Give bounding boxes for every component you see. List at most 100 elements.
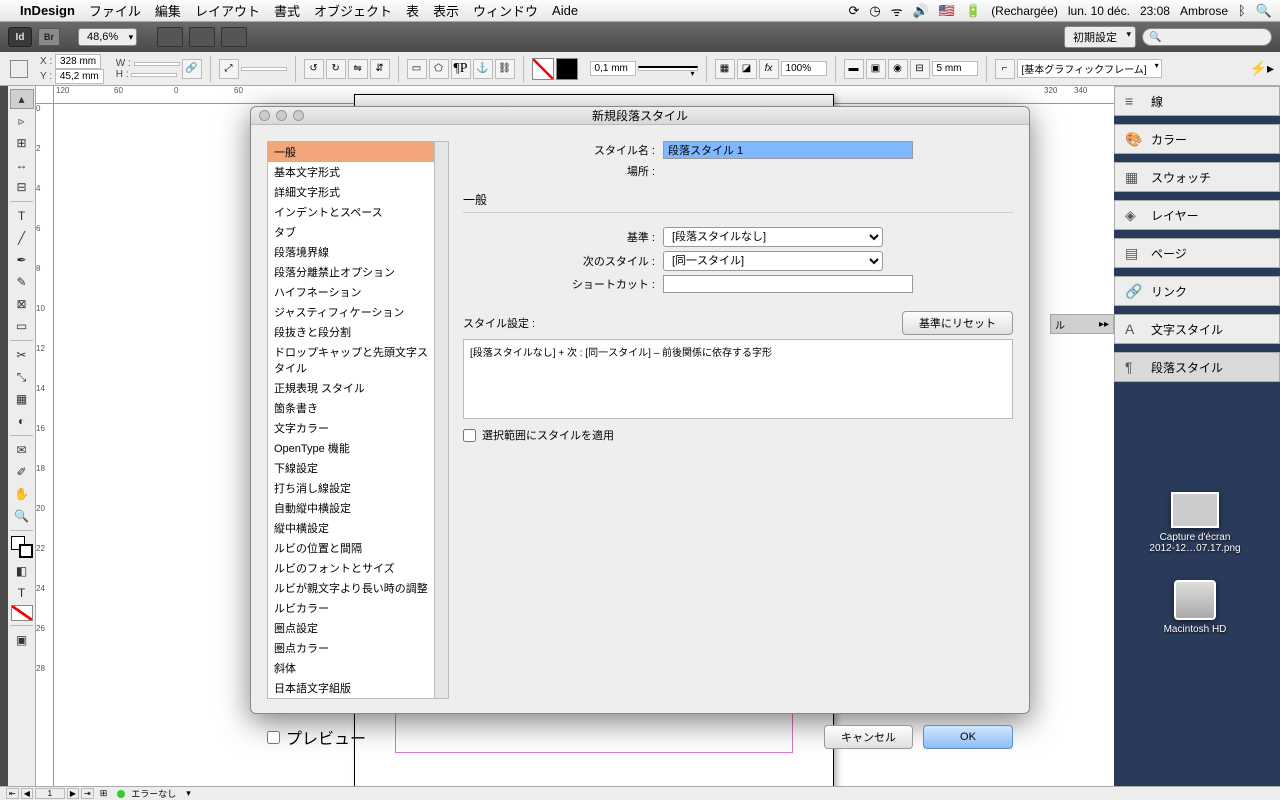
last-page-button[interactable]: ⇥ [81, 788, 94, 799]
flip-h-button[interactable]: ⇋ [348, 59, 368, 79]
sidebar-item[interactable]: 圏点設定 [268, 618, 434, 638]
input-flag-icon[interactable]: 🇺🇸 [939, 3, 955, 19]
ruler-origin[interactable] [36, 86, 54, 104]
object-style-dropdown[interactable]: [基本グラフィックフレーム] [1017, 59, 1162, 78]
sidebar-item[interactable]: 正規表現 スタイル [268, 378, 434, 398]
quick-apply-icon[interactable]: ⚡▸ [1250, 60, 1274, 77]
menu-object[interactable]: オブジェクト [314, 1, 392, 20]
sidebar-item[interactable]: ドロップキャップと先頭文字スタイル [268, 342, 434, 378]
panel-color[interactable]: 🎨カラー [1114, 124, 1280, 154]
scissors-tool[interactable]: ✂ [10, 345, 34, 365]
dialog-titlebar[interactable]: 新規段落スタイル [251, 107, 1029, 125]
panel-layers[interactable]: ◈レイヤー [1114, 200, 1280, 230]
menu-window[interactable]: ウィンドウ [473, 1, 538, 20]
rectangle-tool[interactable]: ▭ [10, 316, 34, 336]
panel-stroke[interactable]: ≡線 [1114, 86, 1280, 116]
stroke-black-swatch[interactable] [556, 58, 578, 80]
open-button[interactable]: ⊞ [100, 788, 108, 799]
collapsed-panel-tabs[interactable]: ル▸▸ [1050, 314, 1114, 334]
zoom-tool[interactable]: 🔍 [10, 506, 34, 526]
page-tool[interactable]: ⊞ [10, 133, 34, 153]
battery-icon[interactable]: 🔋 [965, 3, 981, 19]
menu-layout[interactable]: レイアウト [195, 1, 260, 20]
sidebar-item[interactable]: ハイフネーション [268, 282, 434, 302]
sidebar-item[interactable]: ルビの位置と間隔 [268, 538, 434, 558]
stroke-weight-field[interactable]: 0,1 mm [590, 61, 636, 76]
text-wrap-offset-field[interactable]: 5 mm [932, 61, 978, 76]
hand-tool[interactable]: ✋ [10, 484, 34, 504]
free-transform-tool[interactable]: ⤡ [10, 367, 34, 387]
sidebar-item[interactable]: 文字カラー [268, 418, 434, 438]
sidebar-item[interactable]: 自動縦中横設定 [268, 498, 434, 518]
direct-selection-tool[interactable]: ▹ [10, 111, 34, 131]
rotate-ccw-button[interactable]: ↺ [304, 59, 324, 79]
first-page-button[interactable]: ⇤ [6, 788, 19, 799]
pencil-tool[interactable]: ✎ [10, 272, 34, 292]
sidebar-item[interactable]: 段抜きと段分割 [268, 322, 434, 342]
menu-file[interactable]: ファイル [89, 1, 141, 20]
menu-edit[interactable]: 編集 [155, 1, 181, 20]
reset-to-base-button[interactable]: 基準にリセット [902, 311, 1013, 335]
text-wrap-shape-button[interactable]: ◉ [888, 59, 908, 79]
panel-links[interactable]: 🔗リンク [1114, 276, 1280, 306]
chain-icon[interactable]: ⛓ [495, 59, 515, 79]
x-field[interactable]: 328 mm [55, 54, 101, 69]
window-traffic-lights[interactable] [259, 110, 304, 121]
menu-help[interactable]: Aide [552, 3, 578, 18]
scale-x-field[interactable] [241, 67, 287, 71]
sidebar-item[interactable]: ルビが親文字より長い時の調整 [268, 578, 434, 598]
sidebar-item[interactable]: 打ち消し線設定 [268, 478, 434, 498]
drop-shadow-button[interactable]: ◪ [737, 59, 757, 79]
menu-view[interactable]: 表示 [433, 1, 459, 20]
sidebar-item[interactable]: 圏点カラー [268, 638, 434, 658]
sidebar-item[interactable]: 段落境界線 [268, 242, 434, 262]
default-fill-stroke-button[interactable]: ◧ [10, 561, 34, 581]
screen-mode-button[interactable] [189, 27, 215, 47]
panel-para-styles[interactable]: ¶段落スタイル [1114, 352, 1280, 382]
menu-type[interactable]: 書式 [274, 1, 300, 20]
sync-icon[interactable]: ⟳ [849, 3, 860, 19]
sidebar-item-general[interactable]: 一般 [268, 142, 434, 162]
gap-tool[interactable]: ↔ [10, 155, 34, 175]
text-wrap-jump-button[interactable]: ⊟ [910, 59, 930, 79]
sidebar-item[interactable]: 日本語文字組版 [268, 678, 434, 698]
sidebar-item[interactable]: 縦中横設定 [268, 518, 434, 538]
menubar-date[interactable]: lun. 10 déc. [1068, 4, 1130, 18]
anchor-icon[interactable]: ⚓ [473, 59, 493, 79]
workspace-dropdown[interactable]: 初期設定 [1064, 26, 1136, 48]
desktop-hd[interactable]: Macintosh HD [1140, 580, 1250, 635]
opacity-field[interactable]: 100% [781, 61, 827, 76]
view-options-button[interactable] [157, 27, 183, 47]
y-field[interactable]: 45,2 mm [55, 69, 104, 84]
preview-checkbox[interactable] [267, 731, 280, 744]
timemachine-icon[interactable]: ◷ [869, 3, 880, 19]
next-style-dropdown[interactable]: [同一スタイル] [663, 251, 883, 271]
h-field[interactable] [131, 73, 177, 77]
shortcut-input[interactable] [663, 275, 913, 293]
w-field[interactable] [134, 62, 180, 66]
page-number-field[interactable]: 1 [35, 788, 65, 799]
sidebar-item[interactable]: 下線設定 [268, 458, 434, 478]
vertical-ruler[interactable]: 0 2 4 6 8 10 12 14 16 18 20 22 24 26 28 [36, 104, 54, 786]
bluetooth-icon[interactable]: ᛒ [1238, 3, 1246, 18]
text-wrap-none-button[interactable]: ▬ [844, 59, 864, 79]
gradient-feather-tool[interactable]: ◐ [10, 411, 34, 431]
sidebar-item[interactable]: OpenType 機能 [268, 438, 434, 458]
sidebar-item[interactable]: 詳細文字形式 [268, 182, 434, 202]
based-on-dropdown[interactable]: [段落スタイルなし] [663, 227, 883, 247]
sidebar-item[interactable]: タブ [268, 222, 434, 242]
type-tool[interactable]: T [10, 206, 34, 226]
pen-tool[interactable]: ✒ [10, 250, 34, 270]
sidebar-item[interactable]: 段落分離禁止オプション [268, 262, 434, 282]
next-page-button[interactable]: ▶ [67, 788, 79, 799]
panel-pages[interactable]: ▤ページ [1114, 238, 1280, 268]
sidebar-scrollbar[interactable] [435, 141, 449, 699]
scale-x-icon[interactable]: ⤢ [219, 59, 239, 79]
eyedropper-tool[interactable]: ✐ [10, 462, 34, 482]
apply-none-button[interactable] [11, 605, 33, 621]
arrange-button[interactable] [221, 27, 247, 47]
fill-stroke-widget[interactable] [11, 536, 33, 558]
rectangle-frame-tool[interactable]: ⊠ [10, 294, 34, 314]
preflight-dropdown[interactable]: ▾ [186, 788, 191, 799]
help-search[interactable]: 🔍 [1142, 28, 1272, 46]
